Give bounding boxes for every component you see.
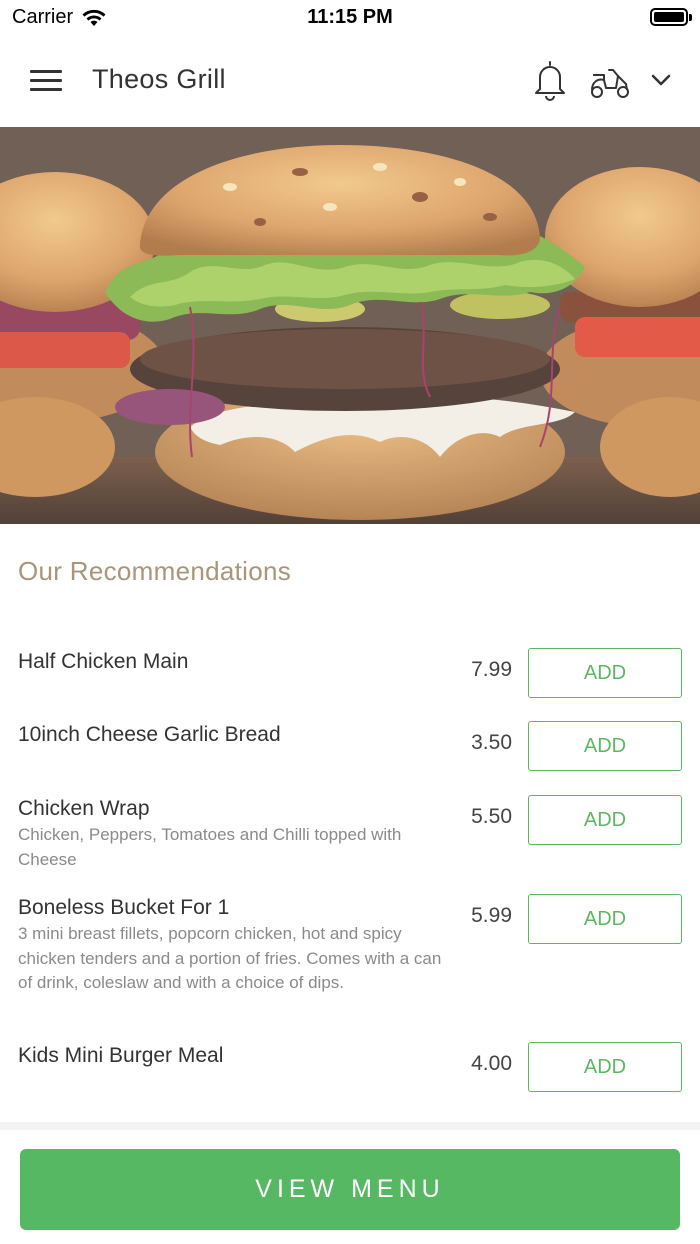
burger-photo xyxy=(0,127,700,524)
add-button[interactable]: ADD xyxy=(528,648,682,698)
item-price: 3.50 xyxy=(471,731,512,754)
status-bar: Carrier 11:15 PM xyxy=(0,0,700,34)
chevron-down-icon[interactable] xyxy=(648,70,674,90)
item-description: Chicken, Peppers, Tomatoes and Chilli to… xyxy=(18,825,402,869)
menu-icon[interactable] xyxy=(30,70,62,92)
bell-icon[interactable] xyxy=(532,58,568,102)
app-title: Theos Grill xyxy=(92,64,226,94)
item-name: Boneless Bucket For 1 xyxy=(18,896,230,919)
item-price: 7.99 xyxy=(471,658,512,681)
item-price: 5.99 xyxy=(471,904,512,927)
app-header: Theos Grill xyxy=(0,34,700,127)
footer-divider xyxy=(0,1122,700,1130)
item-price: 4.00 xyxy=(471,1052,512,1075)
battery-icon xyxy=(650,8,692,26)
add-button[interactable]: ADD xyxy=(528,1042,682,1092)
item-description: 3 mini breast fillets, popcorn chicken, … xyxy=(18,924,442,992)
add-button[interactable]: ADD xyxy=(528,795,682,845)
section-title-recommendations: Our Recommendations xyxy=(18,556,292,586)
add-button[interactable]: ADD xyxy=(528,721,682,771)
view-menu-button[interactable]: VIEW MENU xyxy=(20,1149,680,1230)
item-name: 10inch Cheese Garlic Bread xyxy=(18,723,281,746)
item-name: Half Chicken Main xyxy=(18,650,189,673)
item-name: Kids Mini Burger Meal xyxy=(18,1044,224,1067)
item-name: Chicken Wrap xyxy=(18,797,150,820)
scooter-icon[interactable] xyxy=(588,62,632,102)
add-button[interactable]: ADD xyxy=(528,894,682,944)
status-time: 11:15 PM xyxy=(307,6,393,28)
hero-burger-image xyxy=(0,127,700,524)
item-price: 5.50 xyxy=(471,805,512,828)
